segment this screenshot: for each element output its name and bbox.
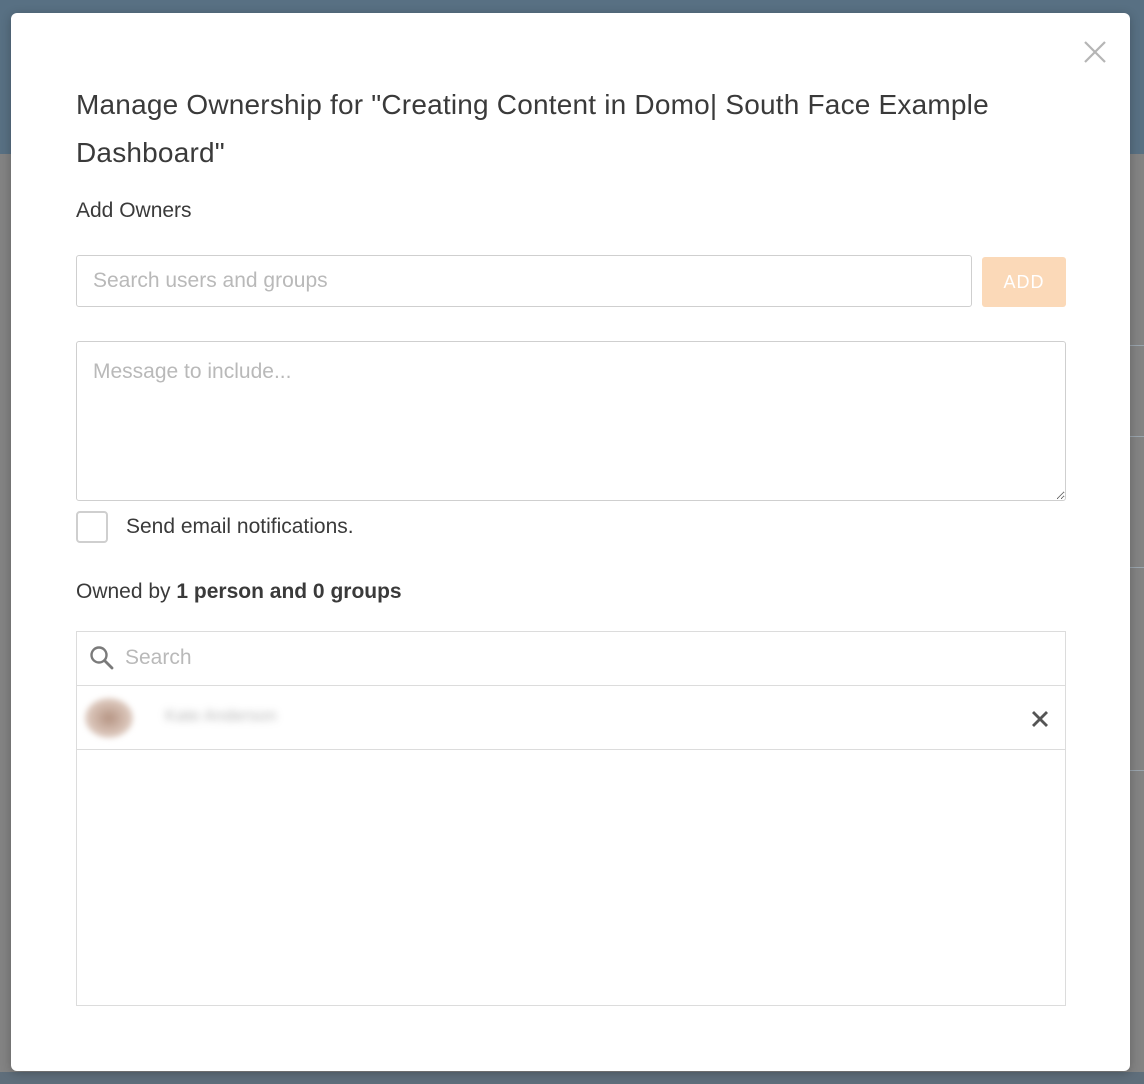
message-textarea[interactable] — [76, 341, 1066, 501]
avatar — [85, 698, 133, 738]
owner-list-panel: Kate Anderson — [76, 631, 1066, 1006]
close-icon[interactable] — [1082, 39, 1108, 65]
add-button[interactable]: ADD — [982, 257, 1066, 307]
background-divider — [1130, 345, 1144, 346]
owned-by-summary: Owned by 1 person and 0 groups — [76, 577, 402, 607]
owner-name: Kate Anderson — [165, 706, 277, 725]
background-divider — [1130, 770, 1144, 771]
search-users-input[interactable] — [76, 255, 972, 307]
owner-list-item: Kate Anderson — [77, 686, 1065, 750]
close-icon[interactable] — [1029, 708, 1051, 730]
email-notifications-checkbox[interactable] — [76, 511, 108, 543]
email-notifications-label[interactable]: Send email notifications. — [126, 513, 354, 541]
search-icon — [89, 645, 115, 671]
add-owners-label: Add Owners — [76, 199, 192, 222]
manage-ownership-dialog: Manage Ownership for "Creating Content i… — [11, 13, 1130, 1071]
owned-by-prefix: Owned by — [76, 580, 171, 603]
owner-search-bar — [77, 632, 1065, 686]
background-divider — [1130, 567, 1144, 568]
background-divider — [1130, 436, 1144, 437]
owned-by-count: 1 person and 0 groups — [176, 580, 402, 603]
owner-search-input[interactable] — [125, 640, 1025, 676]
dialog-title: Manage Ownership for "Creating Content i… — [76, 89, 989, 168]
background-footer — [0, 1072, 1144, 1084]
